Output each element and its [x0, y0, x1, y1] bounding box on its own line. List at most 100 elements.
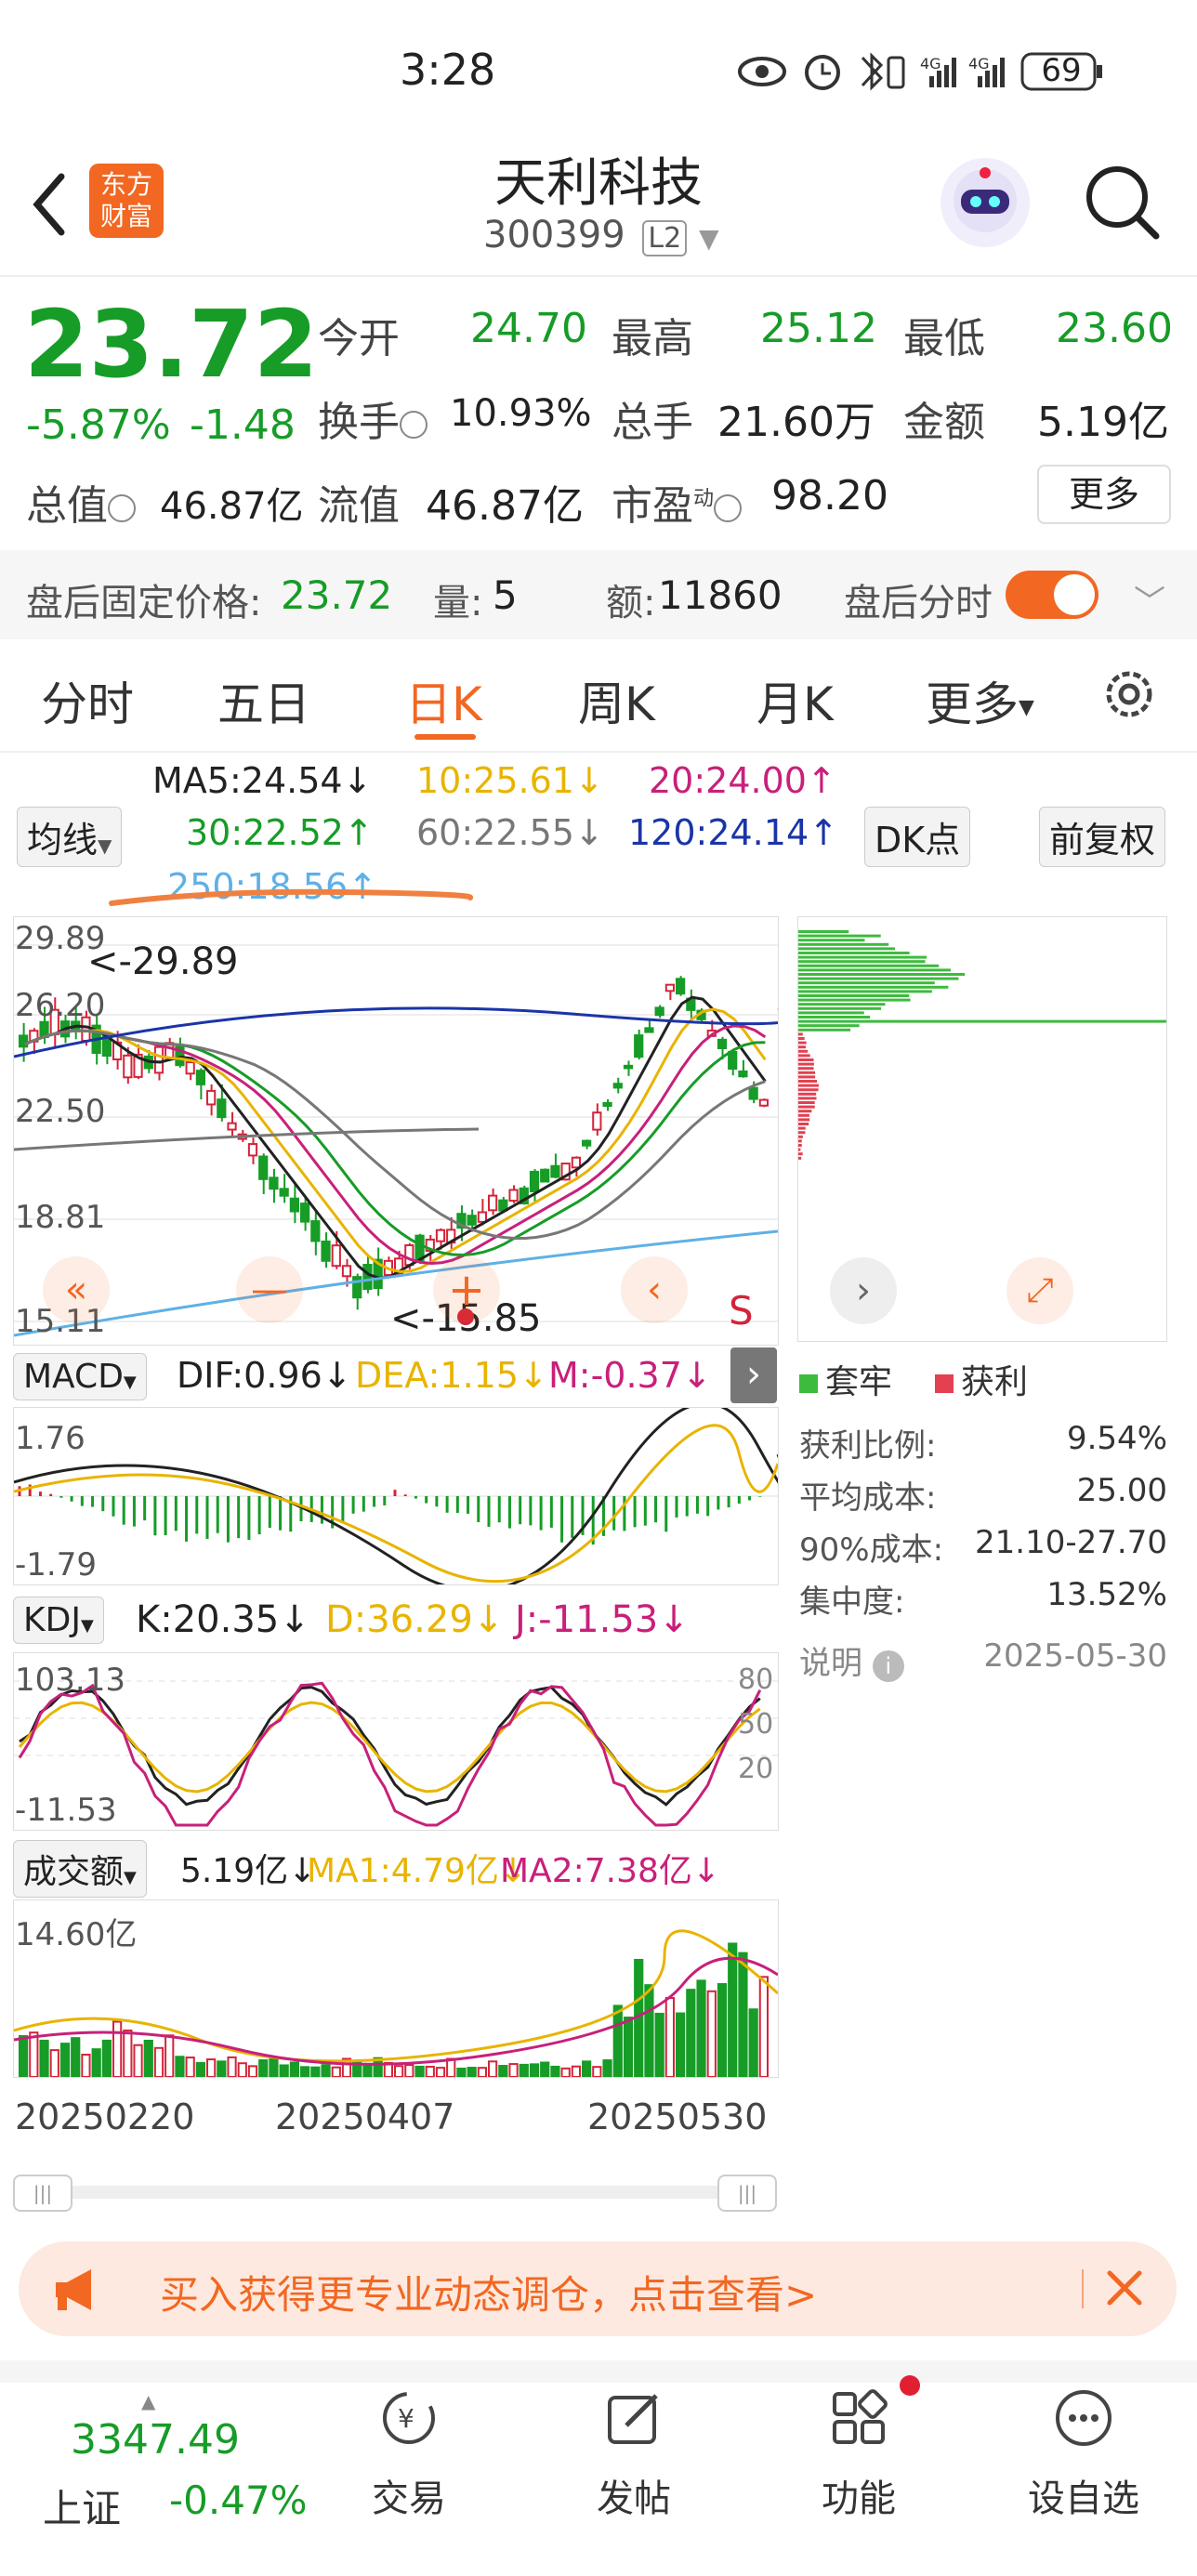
- svg-text:4G: 4G: [968, 55, 990, 72]
- chip-bar: [798, 1006, 882, 1010]
- expand-button[interactable]: ⤢: [1006, 1257, 1073, 1324]
- volume-bar: [269, 2057, 279, 2078]
- amount-label: 金额: [903, 399, 985, 446]
- tab-fenshi[interactable]: 分时: [41, 667, 134, 734]
- candle: [206, 1089, 217, 1106]
- chevron-down-icon: ▼: [123, 1373, 137, 1392]
- mktcap-label-text: 总值: [26, 482, 108, 530]
- dk-button[interactable]: DK点: [864, 807, 971, 867]
- info-icon: i: [872, 1650, 904, 1682]
- chip-bar: [798, 968, 951, 972]
- robot-avatar[interactable]: [940, 158, 1030, 247]
- nav-watchlist[interactable]: 设自选: [1009, 2388, 1158, 2522]
- open-label: 今开: [318, 315, 400, 362]
- tab-more[interactable]: 更多▼: [926, 667, 1034, 734]
- volume-bar: [331, 2066, 341, 2079]
- k-y-label-2: 26.20: [15, 987, 106, 1024]
- range-slider[interactable]: [20, 2186, 771, 2199]
- k-y-label-4: 18.81: [15, 1199, 106, 1236]
- index-value: 3347.49: [71, 2416, 240, 2464]
- zoom-in-button[interactable]: +: [433, 1256, 500, 1323]
- nav-functions[interactable]: 功能: [784, 2375, 933, 2522]
- chip-value-0: 9.54%: [1066, 1420, 1167, 1457]
- chip-distribution[interactable]: › ⤢: [797, 916, 1167, 1342]
- kdj-d: D:36.29↓: [325, 1598, 505, 1641]
- candle: [217, 1098, 227, 1119]
- volume-bar: [300, 2066, 310, 2079]
- kdj-select-button[interactable]: KDJ▼: [13, 1597, 104, 1644]
- chip-bar: [798, 1041, 807, 1045]
- chip-bar: [798, 964, 940, 967]
- chip-bar: [798, 1105, 815, 1109]
- volume-bar: [508, 2063, 519, 2078]
- after-vol: 5: [493, 572, 518, 618]
- volume-bar: [49, 2049, 59, 2079]
- chevron-down-icon[interactable]: ﹀: [1134, 576, 1165, 622]
- chip-bar: [798, 1067, 814, 1071]
- macd-expand-button[interactable]: ›: [730, 1347, 777, 1403]
- chip-bar: [798, 1101, 815, 1104]
- chip-bar: [798, 939, 865, 942]
- volume-bar: [258, 2059, 269, 2079]
- promo-banner[interactable]: 买入获得更专业动态调仓，点击查看>: [19, 2241, 1177, 2336]
- stock-code-row[interactable]: 300399 L2 ▼: [483, 214, 719, 256]
- chip-bar: [798, 977, 959, 980]
- mktcap-label: 总值: [26, 472, 136, 532]
- chip-bar: [798, 1152, 803, 1156]
- chip-next-button[interactable]: ›: [830, 1257, 897, 1324]
- chevron-down-icon: ▼: [1019, 696, 1034, 719]
- macd-select-button[interactable]: MACD▼: [13, 1353, 147, 1400]
- candle: [247, 1143, 258, 1157]
- tab-wuri[interactable]: 五日: [217, 667, 310, 734]
- zoom-out-button[interactable]: —: [236, 1256, 303, 1323]
- fuquan-button[interactable]: 前复权: [1039, 807, 1166, 867]
- tab-zhouk[interactable]: 周K: [578, 667, 655, 734]
- macd-dea: DEA:1.15↓: [355, 1355, 548, 1396]
- volume-select-button[interactable]: 成交额▼: [13, 1840, 147, 1898]
- kdj-chart[interactable]: [13, 1652, 779, 1831]
- volume-value: 21.60万: [717, 399, 875, 446]
- volume-bar: [404, 2064, 414, 2078]
- candle: [467, 1215, 477, 1226]
- more-button[interactable]: 更多: [1037, 465, 1171, 524]
- range-handle-left[interactable]: |||: [13, 2175, 72, 2212]
- kdj-ref-50: 50: [738, 1708, 774, 1741]
- after-hours-toggle[interactable]: [1006, 571, 1098, 619]
- volume-ma2: MA2:7.38亿↓: [500, 1852, 721, 1890]
- banner-close-button[interactable]: [1097, 2260, 1152, 2316]
- candle: [331, 1244, 341, 1268]
- volume-bar: [717, 1983, 728, 2078]
- nav-trade[interactable]: ¥ 交易: [335, 2388, 483, 2522]
- candle: [362, 1264, 373, 1290]
- candle: [289, 1197, 299, 1213]
- chip-note-link[interactable]: 说明 i: [799, 1637, 904, 1683]
- tab-yuek[interactable]: 月K: [756, 667, 834, 734]
- prev-button[interactable]: ‹: [621, 1256, 688, 1323]
- chip-bar: [798, 1148, 801, 1151]
- amount-value: 5.19亿: [1037, 399, 1169, 446]
- header-divider: [0, 275, 1197, 277]
- chip-bar: [798, 1088, 819, 1092]
- index-widget[interactable]: ▲ 3347.49 上证 -0.47%: [33, 2390, 312, 2531]
- macd-chart[interactable]: [13, 1401, 794, 1593]
- chip-bar: [798, 1028, 851, 1032]
- ma-select-button[interactable]: 均线▼: [17, 807, 123, 867]
- legend-profit-label: 获利: [961, 1363, 1029, 1401]
- candle: [540, 1168, 550, 1183]
- volume-bar: [247, 2065, 258, 2078]
- volume-bar: [654, 2012, 664, 2078]
- scroll-left-button[interactable]: «: [43, 1256, 110, 1323]
- candle: [123, 1054, 133, 1079]
- settings-button[interactable]: [1100, 665, 1158, 723]
- volume-bar: [39, 2039, 49, 2078]
- search-button[interactable]: [1080, 160, 1164, 243]
- ma5-label: MA5:24.54↓: [152, 760, 373, 801]
- volume-bar: [29, 2031, 39, 2078]
- profit-swatch: [935, 1374, 954, 1393]
- candle: [477, 1211, 487, 1223]
- nav-post[interactable]: 发帖: [559, 2388, 708, 2522]
- volume-bar: [676, 2012, 686, 2078]
- tab-rik[interactable]: 日K: [405, 667, 482, 734]
- chip-value-3: 13.52%: [1046, 1576, 1167, 1613]
- range-handle-right[interactable]: |||: [717, 2175, 777, 2212]
